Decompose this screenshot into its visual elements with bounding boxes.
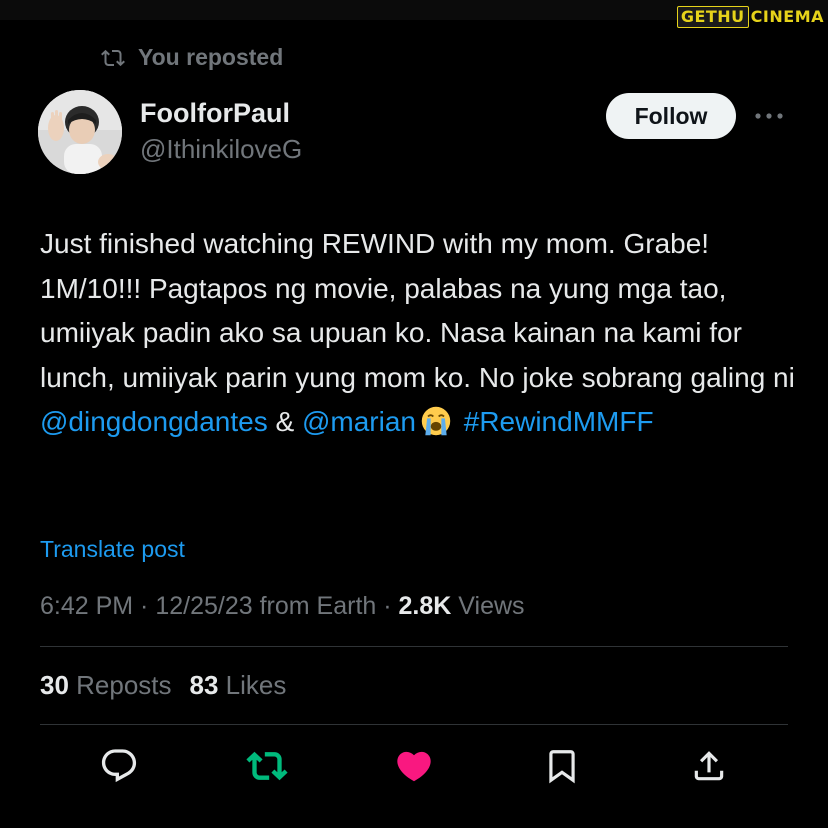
- social-context: You reposted: [100, 44, 283, 71]
- watermark-part-1: GETHU: [676, 6, 749, 28]
- post-text-ampersand: &: [267, 406, 302, 437]
- post-date[interactable]: 12/25/23: [155, 592, 252, 620]
- meta-separator: ·: [133, 592, 156, 620]
- views-count: 2.8K: [398, 592, 452, 620]
- views-label: Views: [451, 592, 525, 620]
- repost-button[interactable]: [243, 742, 291, 790]
- like-button[interactable]: [390, 742, 438, 790]
- mention-link-marian[interactable]: @marian: [302, 406, 416, 437]
- hashtag-link[interactable]: #RewindMMFF: [464, 406, 654, 437]
- author-display-name[interactable]: FoolforPaul: [140, 98, 290, 129]
- meta-separator-2: ·: [376, 592, 399, 620]
- post-location: from Earth: [252, 592, 377, 620]
- social-context-text: You reposted: [138, 44, 284, 70]
- follow-button[interactable]: Follow: [606, 93, 736, 139]
- profile-photo: [38, 90, 122, 174]
- likes-count: 83: [189, 670, 219, 700]
- share-button[interactable]: [685, 742, 733, 790]
- action-bar: [40, 742, 788, 792]
- heart-icon: [397, 751, 431, 782]
- more-horizontal-icon: [755, 113, 783, 119]
- post-text: Just finished watching REWIND with my mo…: [40, 222, 800, 445]
- repost-icon: [246, 751, 288, 781]
- share-icon: [694, 751, 724, 781]
- bookmark-icon: [549, 750, 575, 784]
- watermark-logo: GETHU CINEMA: [676, 6, 824, 28]
- likes-stat[interactable]: 83 Likes: [190, 670, 287, 700]
- translate-post-link[interactable]: Translate post: [40, 536, 185, 563]
- watermark-part-2: CINEMA: [750, 7, 824, 26]
- reply-icon: [101, 749, 137, 783]
- post-stats: 30 Reposts 83 Likes: [40, 670, 286, 701]
- mention-link-dingdongdantes[interactable]: @dingdongdantes: [40, 406, 268, 437]
- reposts-stat[interactable]: 30 Reposts: [40, 670, 172, 700]
- divider-top: [40, 646, 788, 647]
- loudly-crying-face-emoji: [421, 406, 451, 436]
- likes-label: Likes: [218, 670, 287, 700]
- reply-button[interactable]: [95, 742, 143, 790]
- more-button[interactable]: [752, 105, 786, 127]
- post-metadata: 6:42 PM · 12/25/23 from Earth · 2.8K Vie…: [40, 592, 525, 621]
- post-time[interactable]: 6:42 PM: [40, 592, 133, 620]
- bookmark-button[interactable]: [538, 742, 586, 790]
- reposts-label: Reposts: [68, 670, 172, 700]
- divider-bottom: [40, 724, 788, 725]
- post-text-body: Just finished watching REWIND with my mo…: [40, 228, 795, 393]
- author-handle[interactable]: @IthinkiloveG: [140, 134, 302, 165]
- repost-icon: [100, 46, 126, 70]
- avatar[interactable]: [38, 90, 122, 174]
- reposts-count: 30: [40, 670, 69, 700]
